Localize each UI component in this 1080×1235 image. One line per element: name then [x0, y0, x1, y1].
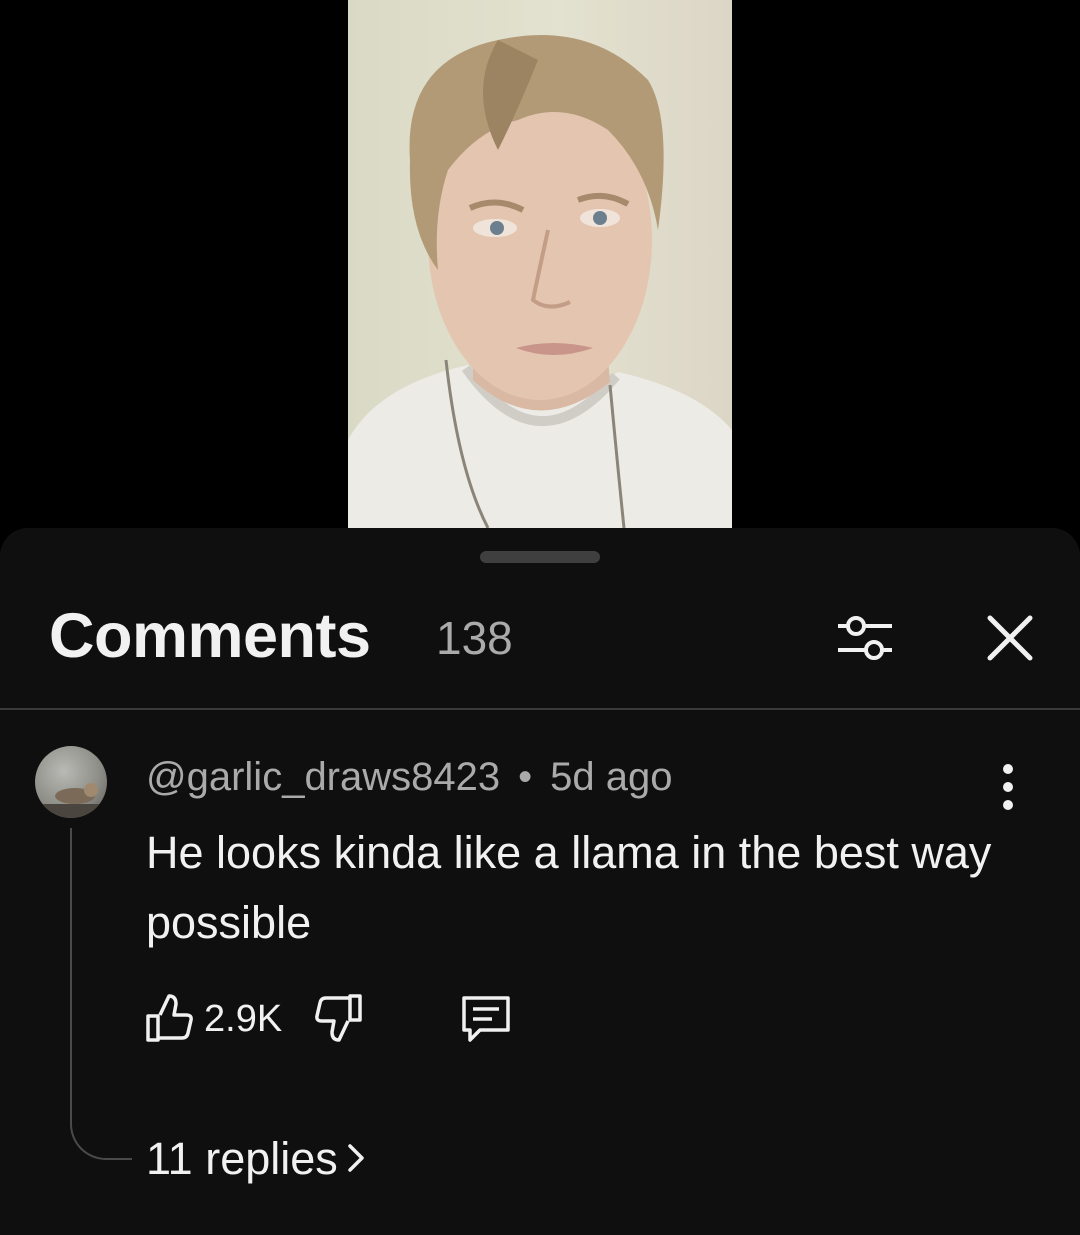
- comment-item: @garlic_draws8423 • 5d ago He looks kinda …: [0, 743, 1080, 1223]
- close-button[interactable]: [978, 606, 1042, 670]
- dislike-button[interactable]: [312, 990, 368, 1046]
- sliders-icon: [838, 616, 892, 660]
- comment-text: He looks kinda like a llama in the best …: [146, 827, 992, 948]
- close-icon: [987, 615, 1033, 661]
- view-replies-link[interactable]: 11 replies: [146, 1133, 368, 1185]
- header-divider: [0, 708, 1080, 710]
- thumbs-down-icon: [315, 994, 362, 1042]
- thumbs-up-icon: [146, 994, 193, 1042]
- comments-sheet: Comments 138 @garlic_draws8423 • 5d ago …: [0, 528, 1080, 1235]
- comment-time: 5d ago: [550, 755, 673, 799]
- like-count: 2.9K: [204, 998, 283, 1040]
- filter-button[interactable]: [830, 606, 900, 670]
- replies-label: 11 replies: [146, 1133, 338, 1184]
- more-options-button[interactable]: [990, 761, 1026, 813]
- avatar-image-icon: [35, 783, 107, 818]
- thread-line: [70, 828, 132, 1160]
- drag-handle[interactable]: [480, 551, 600, 563]
- video-player[interactable]: [348, 0, 732, 528]
- video-area: [0, 0, 1080, 560]
- comments-title: Comments: [49, 601, 371, 671]
- comments-count: 138: [436, 612, 513, 664]
- comments-header: Comments 138: [0, 598, 1080, 710]
- meta-separator: •: [518, 755, 533, 799]
- more-vertical-icon: [1003, 764, 1013, 810]
- comment-meta: @garlic_draws8423 • 5d ago: [146, 755, 672, 800]
- reply-button[interactable]: [458, 990, 514, 1046]
- person-portrait-icon: [348, 35, 732, 528]
- reply-comment-icon: [462, 996, 510, 1042]
- like-button[interactable]: [140, 990, 196, 1046]
- comment-author[interactable]: @garlic_draws8423: [146, 755, 500, 799]
- avatar[interactable]: [35, 746, 107, 818]
- chevron-right-icon: [348, 1144, 364, 1172]
